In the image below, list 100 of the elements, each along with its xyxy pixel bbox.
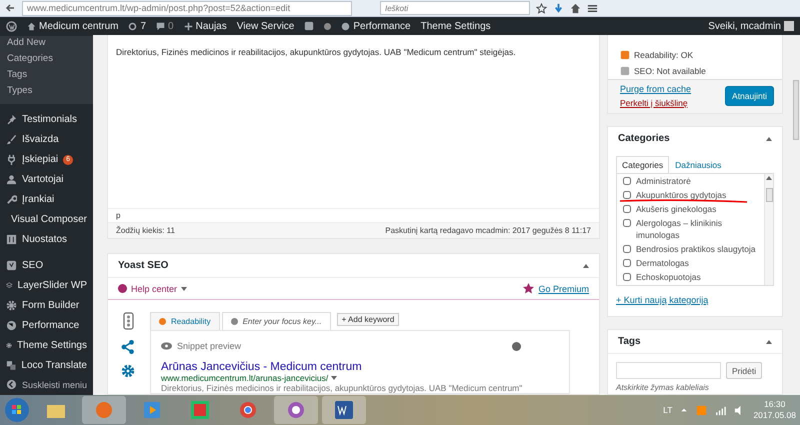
brush-icon xyxy=(6,134,17,146)
category-checkbox[interactable] xyxy=(623,205,631,213)
category-label: Bendrosios praktikos slaugytoja xyxy=(636,243,756,255)
caret-icon xyxy=(181,286,188,290)
tags-hint: Atskirkite žymas kableliais xyxy=(614,383,710,392)
menu-item[interactable]: Theme Settings xyxy=(0,335,93,356)
menu-item[interactable]: Įrankiai xyxy=(0,190,93,210)
menu-item[interactable]: Suskleisti meniu xyxy=(0,374,93,395)
home-icon xyxy=(570,2,581,14)
scroll-up-arrow-icon[interactable] xyxy=(766,176,772,180)
menu-item[interactable]: Loco Translate xyxy=(0,355,93,375)
post-content: Direktorius, Fizinės medicinos ir reabilitacijos, akupunktūros gydytojas. UAB "Medicum centrum" steigėjas. xyxy=(115,46,517,59)
star-icon xyxy=(536,2,547,14)
plus-icon xyxy=(184,22,193,30)
menu-item[interactable]: Performance xyxy=(0,315,93,336)
readability-score: Readability: OK xyxy=(634,50,694,60)
traffic-light-icon[interactable] xyxy=(122,312,134,330)
category-checkbox[interactable] xyxy=(623,219,631,227)
panel-title: Categories xyxy=(618,133,670,144)
purge-cache-link[interactable]: Purge from cache xyxy=(620,84,692,94)
submenu-item[interactable]: Add New xyxy=(0,36,93,52)
category-label: Administratorė xyxy=(636,175,691,187)
snippet-title[interactable]: Arūnas Jancevičius - Medicum centrum xyxy=(161,361,521,373)
category-label: Echoskopuotojas xyxy=(636,271,701,283)
admin-bar-link[interactable]: Performance xyxy=(341,20,411,32)
account-link[interactable]: Sveiki, mcadmin xyxy=(708,20,794,32)
avatar-icon xyxy=(784,21,794,31)
category-checkbox[interactable] xyxy=(623,259,631,267)
comment-icon xyxy=(156,22,166,30)
wordpress-logo-icon xyxy=(6,20,17,32)
snippet-heading: Snippet preview xyxy=(161,341,242,351)
category-label: Dermatologas xyxy=(636,257,689,269)
menu-item[interactable]: Išvaizda xyxy=(0,130,93,150)
category-label: Akupunktūros gydytojas xyxy=(636,189,726,201)
submenu-item[interactable]: Categories xyxy=(0,52,93,68)
word-taskbar-icon[interactable] xyxy=(322,396,366,424)
status-dot-icon xyxy=(324,22,332,30)
sliders-icon xyxy=(6,234,17,245)
translate-icon xyxy=(6,360,16,371)
premium-link[interactable]: Go Premium xyxy=(523,283,589,294)
category-checkbox[interactable] xyxy=(623,273,631,281)
analysis-tab[interactable]: Readability xyxy=(150,312,220,330)
scroll-thumb[interactable] xyxy=(793,80,799,140)
new-link[interactable]: Naujas xyxy=(184,20,227,32)
user-icon xyxy=(6,174,17,186)
scroll-thumb[interactable] xyxy=(766,188,772,202)
snippet-url: www.medicumcentrum.lt/arunas-jancevicius/ xyxy=(161,373,328,383)
address-bar[interactable]: www.medicumcentrum.lt/wp-admin/post.php?post=52&action=edit xyxy=(22,0,352,16)
admin-bar-link[interactable]: View Service xyxy=(236,20,294,32)
star-icon xyxy=(523,283,534,294)
category-checkbox[interactable] xyxy=(623,245,631,253)
caret-icon xyxy=(331,376,338,380)
settings-icon[interactable] xyxy=(121,364,135,378)
collapse-arrow-icon[interactable] xyxy=(766,340,772,344)
submenu-item[interactable]: Tags xyxy=(0,68,93,84)
wrench-icon xyxy=(6,194,17,206)
home-icon xyxy=(27,22,36,30)
updates-link[interactable]: 7 xyxy=(128,20,146,32)
share-icon[interactable] xyxy=(121,340,135,354)
site-link[interactable]: Medicum centrum xyxy=(27,20,118,32)
panel-title: Tags xyxy=(618,336,641,347)
last-edited-note: Paskutinį kartą redagavo mcadmin: 2017 gegužės 8 11:17 xyxy=(385,226,591,235)
signal-icon xyxy=(715,404,726,416)
word-count: Žodžių kiekis: 11 xyxy=(116,226,175,235)
admin-bar-link[interactable]: Theme Settings xyxy=(420,20,491,32)
layers-icon xyxy=(6,280,13,291)
menu-item[interactable]: LayerSlider WP xyxy=(0,275,93,296)
category-label: Alergologas – klinikinis imunologas xyxy=(636,217,723,241)
menu-item[interactable]: Testimonials xyxy=(0,110,93,130)
menu-item[interactable]: Visual Composer xyxy=(0,210,93,230)
submenu-item[interactable]: Types xyxy=(0,84,93,100)
add-tag-button[interactable]: Pridėti xyxy=(726,362,762,379)
snippet-description: Direktorius, Fizinės medicinos ir reabilitacijos, akupunktūros gydytojas. UAB "Medicum centrum" xyxy=(161,383,521,393)
collapse-icon xyxy=(6,379,17,390)
tag-input[interactable] xyxy=(616,362,721,379)
menu-item[interactable]: Form Builder xyxy=(0,295,93,316)
menu-item[interactable]: Vartotojai xyxy=(0,170,93,190)
category-tab[interactable]: Categories xyxy=(616,156,670,173)
panel-title: Yoast SEO xyxy=(118,260,168,271)
analysis-tab[interactable]: Enter your focus key... xyxy=(222,312,331,330)
menu-icon xyxy=(587,2,598,14)
category-checkbox[interactable] xyxy=(623,177,631,185)
help-center-link[interactable]: Help center xyxy=(118,284,188,294)
add-keyword-button[interactable]: + Add keyword xyxy=(336,313,400,326)
collapse-arrow-icon[interactable] xyxy=(583,264,589,268)
eye-icon xyxy=(161,342,172,350)
trash-link[interactable]: Perkelti į šiukšlinę xyxy=(620,98,692,108)
update-button[interactable]: Atnaujinti xyxy=(725,86,774,106)
category-checkbox[interactable] xyxy=(623,191,631,199)
search-field[interactable]: Ieškoti xyxy=(380,1,530,15)
seo-score: SEO: Not available xyxy=(634,66,706,76)
menu-item[interactable]: Nuostatos xyxy=(0,230,93,250)
comments-link[interactable]: 0 xyxy=(156,20,174,32)
download-icon xyxy=(553,2,564,14)
menu-item[interactable]: SEO xyxy=(0,255,93,276)
collapse-arrow-icon[interactable] xyxy=(766,136,772,140)
add-category-link[interactable]: + Kurti naują kategoriją xyxy=(616,295,708,305)
start-button[interactable] xyxy=(4,397,30,423)
back-arrow-icon xyxy=(4,2,16,14)
category-label: Akušeris ginekologas xyxy=(636,203,716,215)
